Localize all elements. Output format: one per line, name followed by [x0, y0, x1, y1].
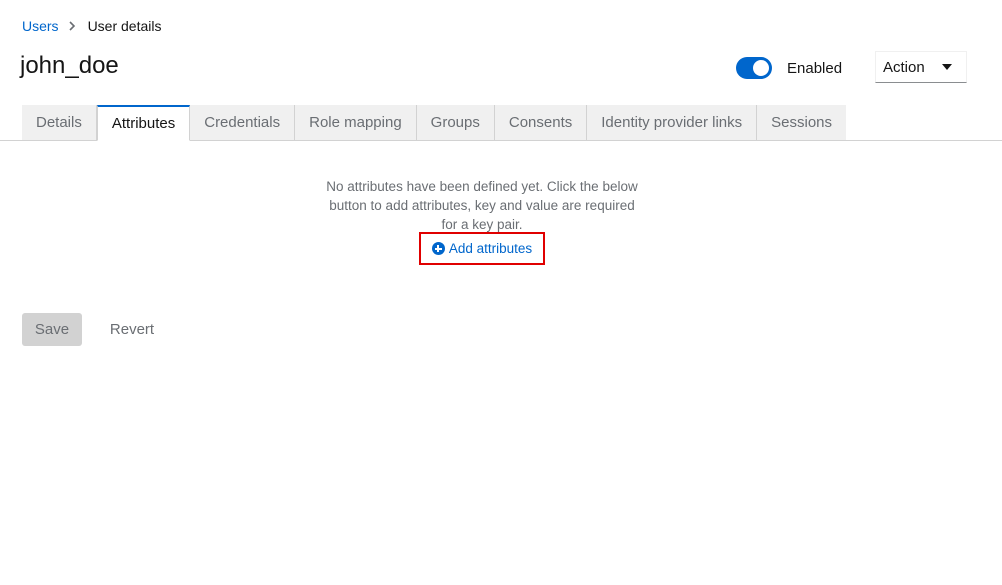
breadcrumb: Users User details: [22, 18, 161, 34]
empty-state-message: No attributes have been defined yet. Cli…: [326, 179, 638, 232]
action-dropdown-label: Action: [883, 58, 925, 76]
toggle-knob: [753, 60, 769, 76]
enabled-switch-group: Enabled: [736, 57, 842, 79]
add-attributes-button[interactable]: Add attributes: [419, 232, 545, 265]
revert-button[interactable]: Revert: [100, 313, 164, 346]
save-button[interactable]: Save: [22, 313, 82, 346]
page-title: john_doe: [20, 52, 119, 79]
plus-circle-icon: [431, 242, 445, 255]
enabled-toggle[interactable]: [736, 57, 772, 79]
add-attributes-label: Add attributes: [448, 241, 533, 256]
chevron-right-icon: [68, 21, 76, 31]
tab-bar: Details Attributes Credentials Role mapp…: [22, 105, 847, 141]
tab-identity-provider-links[interactable]: Identity provider links: [587, 105, 758, 141]
breadcrumb-current: User details: [87, 18, 162, 34]
tab-role-mapping[interactable]: Role mapping: [295, 105, 417, 141]
tab-sessions[interactable]: Sessions: [757, 105, 847, 141]
tab-credentials[interactable]: Credentials: [190, 105, 296, 141]
tab-attributes[interactable]: Attributes: [96, 105, 191, 141]
tab-details[interactable]: Details: [22, 105, 97, 141]
tab-groups[interactable]: Groups: [416, 105, 495, 141]
enabled-label: Enabled: [787, 59, 843, 77]
tab-consents[interactable]: Consents: [494, 105, 588, 141]
action-dropdown[interactable]: Action: [875, 51, 967, 83]
caret-down-icon: [942, 64, 952, 70]
user-details-page: Users User details john_doe Enabled Acti…: [0, 0, 1002, 585]
breadcrumb-users-link[interactable]: Users: [22, 18, 59, 34]
